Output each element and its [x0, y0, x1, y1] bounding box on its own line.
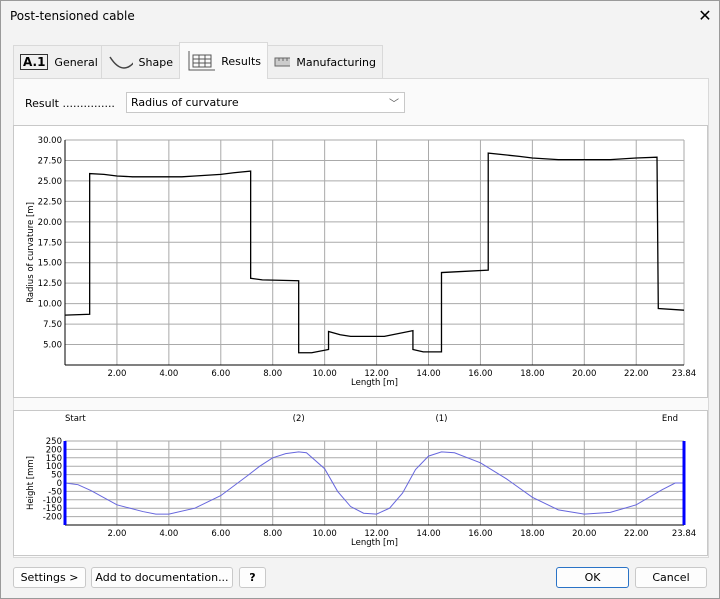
- window-title: Post-tensioned cable: [10, 9, 135, 23]
- tab-label: Shape: [138, 55, 173, 69]
- y-tick-label: 22.50: [38, 197, 62, 207]
- x-axis-label: Length [m]: [351, 378, 398, 388]
- dialog-window: Post-tensioned cable ✕ A.1 General Shape…: [0, 0, 720, 599]
- x-tick-label: 10.00: [312, 369, 336, 379]
- result-dropdown[interactable]: Radius of curvature ﹀: [126, 92, 405, 113]
- tab-label: Manufacturing: [296, 55, 376, 69]
- ok-button[interactable]: OK: [556, 567, 629, 588]
- y-tick-label: -200: [43, 513, 62, 523]
- curve-icon: [109, 56, 133, 69]
- add-to-documentation-button[interactable]: Add to documentation...: [91, 567, 233, 588]
- x-tick-label: 20.00: [572, 529, 596, 539]
- result-selected-value: Radius of curvature: [131, 96, 239, 109]
- x-tick-label: 8.00: [263, 369, 282, 379]
- x-tick-label: 2.00: [107, 369, 126, 379]
- x-tick-label: 18.00: [520, 369, 544, 379]
- x-tick-label: 16.00: [468, 369, 492, 379]
- help-button[interactable]: ?: [239, 567, 266, 588]
- y-axis-label: Height [mm]: [26, 456, 36, 510]
- x-tick-label: 6.00: [211, 529, 230, 539]
- cancel-button[interactable]: Cancel: [635, 567, 707, 588]
- tab-results[interactable]: Results: [179, 42, 268, 79]
- table-chart-icon: [188, 51, 215, 71]
- x-axis-label: Length [m]: [351, 538, 398, 548]
- settings-button[interactable]: Settings >: [13, 567, 86, 588]
- x-tick-label: 14.00: [416, 369, 440, 379]
- x-tick-label: 23.84: [672, 529, 696, 539]
- height-chart-panel: 2.00 4.00 6.00 8.00 10.00 12.00 14.00 16.00 18.0…: [13, 410, 708, 556]
- result-label: Result ...............: [25, 97, 115, 110]
- y-tick-label: 7.50: [43, 320, 62, 330]
- support-label: (1): [435, 414, 447, 424]
- y-tick-label: 20.00: [38, 218, 62, 228]
- y-tick-label: 27.50: [38, 156, 62, 166]
- chevron-down-icon: ﹀: [389, 99, 399, 110]
- y-tick-label: 10.00: [38, 300, 62, 310]
- tab-general[interactable]: A.1 General: [13, 45, 102, 78]
- x-tick-label: 23.84: [672, 369, 696, 379]
- x-tick-label: 18.00: [520, 529, 544, 539]
- x-tick-label: 4.00: [159, 529, 178, 539]
- height-chart: 2.00 4.00 6.00 8.00 10.00 12.00 14.00 16.00 18.0…: [26, 414, 696, 548]
- general-icon: A.1: [20, 54, 49, 70]
- y-tick-label: 30.00: [38, 136, 62, 146]
- y-tick-label: 25.00: [38, 177, 62, 187]
- x-tick-label: 8.00: [263, 529, 282, 539]
- support-label: (2): [293, 414, 305, 424]
- x-tick-label: 22.00: [624, 369, 648, 379]
- y-tick-label: 12.50: [38, 279, 62, 289]
- x-tick-label: 2.00: [107, 529, 126, 539]
- x-tick-label: 20.00: [572, 369, 596, 379]
- radius-chart-panel: 2.00 4.00 6.00 8.00 10.00 12.00 14.00 16.00 18.0…: [13, 125, 708, 398]
- radius-chart: 2.00 4.00 6.00 8.00 10.00 12.00 14.00 16.00 18.0…: [26, 136, 696, 388]
- x-tick-label: 4.00: [159, 369, 178, 379]
- x-tick-label: 22.00: [624, 529, 648, 539]
- tab-manufacturing[interactable]: Manufacturing: [267, 45, 383, 78]
- tab-label: General: [54, 55, 98, 69]
- support-label: End: [662, 414, 678, 424]
- support-label: Start: [65, 414, 86, 424]
- ruler-icon: [274, 57, 291, 67]
- y-axis-label: Radius of curvature [m]: [26, 202, 36, 303]
- tab-shape[interactable]: Shape: [101, 45, 180, 78]
- y-tick-label: 5.00: [43, 341, 62, 351]
- y-tick-label: 15.00: [38, 259, 62, 269]
- close-icon[interactable]: ✕: [695, 6, 715, 26]
- y-tick-label: 17.50: [38, 238, 62, 248]
- data-series-line: [64, 152, 685, 354]
- x-tick-label: 14.00: [416, 529, 440, 539]
- x-tick-label: 6.00: [211, 369, 230, 379]
- tab-label: Results: [221, 54, 261, 68]
- x-tick-label: 16.00: [468, 529, 492, 539]
- x-tick-label: 10.00: [312, 529, 336, 539]
